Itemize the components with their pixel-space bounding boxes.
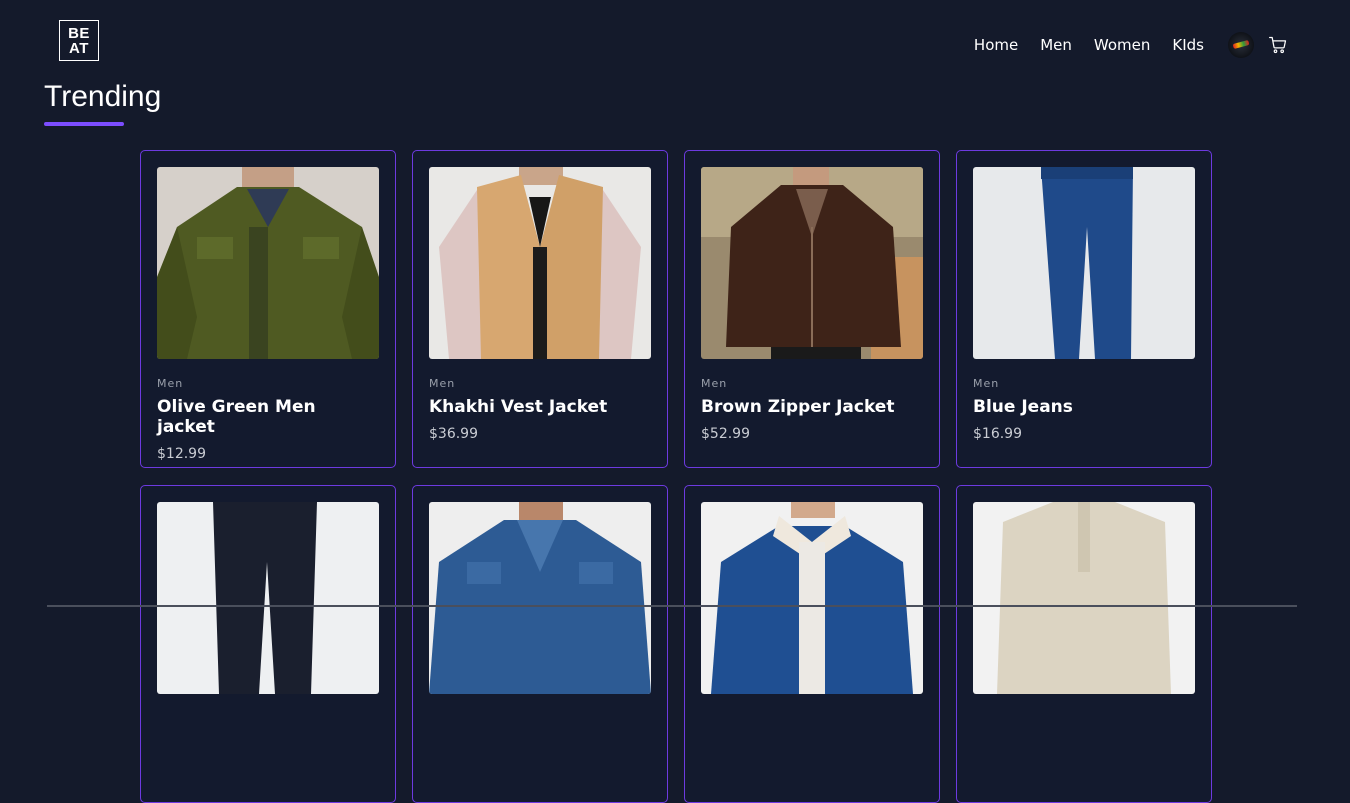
- product-name[interactable]: Brown Zipper Jacket: [701, 397, 923, 417]
- brand-logo-line-1: BE: [68, 24, 90, 42]
- cart-icon[interactable]: [1268, 35, 1288, 55]
- product-image-sherpa-denim-jacket[interactable]: [701, 502, 923, 694]
- product-price: $12.99: [157, 446, 206, 462]
- product-price: $36.99: [429, 426, 478, 442]
- product-category: Men: [157, 377, 184, 390]
- nav-link-home[interactable]: Home: [974, 36, 1018, 54]
- product-image-khaki-vest[interactable]: [429, 167, 651, 359]
- product-card[interactable]: [412, 485, 668, 803]
- product-image-blue-jeans[interactable]: [973, 167, 1195, 359]
- user-avatar-icon[interactable]: [1228, 32, 1254, 58]
- product-image-cream-shirt[interactable]: [973, 502, 1195, 694]
- section-title: Trending: [44, 80, 162, 113]
- product-image-denim-jacket[interactable]: [429, 502, 651, 694]
- nav-link-kids[interactable]: KIds: [1172, 36, 1204, 54]
- product-name[interactable]: Olive Green Men jacket: [157, 397, 379, 437]
- product-card[interactable]: Men Brown Zipper Jacket $52.99: [684, 150, 940, 468]
- product-card[interactable]: [684, 485, 940, 803]
- nav-link-men[interactable]: Men: [1040, 36, 1072, 54]
- product-price: $52.99: [701, 426, 750, 442]
- brand-logo-line-2: AT: [69, 39, 89, 57]
- product-card[interactable]: [956, 485, 1212, 803]
- product-category: Men: [429, 377, 456, 390]
- product-card[interactable]: Men Khakhi Vest Jacket $36.99: [412, 150, 668, 468]
- product-image-dark-jeans[interactable]: [157, 502, 379, 694]
- main-nav: Home Men Women KIds: [974, 32, 1288, 58]
- product-price: $16.99: [973, 426, 1022, 442]
- product-grid: Men Olive Green Men jacket $12.99 Men Kh…: [140, 150, 1212, 803]
- nav-link-women[interactable]: Women: [1094, 36, 1150, 54]
- brand-logo[interactable]: BE AT: [59, 20, 99, 61]
- product-name[interactable]: Khakhi Vest Jacket: [429, 397, 651, 417]
- product-image-brown-jacket[interactable]: [701, 167, 923, 359]
- product-category: Men: [973, 377, 1000, 390]
- product-card[interactable]: Men Blue Jeans $16.99: [956, 150, 1212, 468]
- product-name[interactable]: Blue Jeans: [973, 397, 1195, 417]
- product-category: Men: [701, 377, 728, 390]
- product-card[interactable]: [140, 485, 396, 803]
- title-underline: [44, 122, 124, 126]
- product-card[interactable]: Men Olive Green Men jacket $12.99: [140, 150, 396, 468]
- product-image-olive-jacket[interactable]: [157, 167, 379, 359]
